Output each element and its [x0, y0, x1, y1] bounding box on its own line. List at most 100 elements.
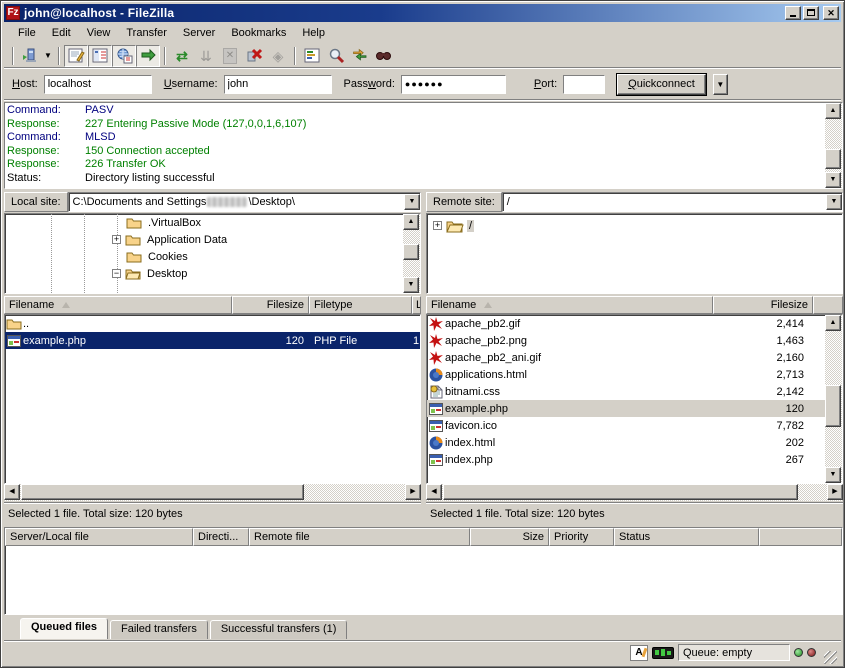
scroll-left-arrow[interactable]: ◀: [426, 484, 442, 500]
tree-item-desktop[interactable]: − Desktop: [5, 265, 420, 282]
column-priority[interactable]: Priority: [549, 528, 614, 546]
toggle-local-tree-button[interactable]: [88, 45, 112, 67]
collapse-minus-icon[interactable]: −: [112, 269, 121, 278]
search-button[interactable]: [372, 45, 396, 67]
synchronized-browsing-button[interactable]: [348, 45, 372, 67]
search-icon: [375, 48, 393, 64]
menu-file[interactable]: File: [10, 25, 44, 41]
file-row[interactable]: apache_pb2.png 1,463: [427, 332, 825, 349]
scroll-thumb[interactable]: [443, 484, 798, 500]
column-status[interactable]: Status: [614, 528, 759, 546]
tab-failed-transfers[interactable]: Failed transfers: [110, 620, 208, 639]
combo-dropdown[interactable]: ▼: [826, 194, 842, 210]
column-filename[interactable]: Filename: [426, 296, 713, 314]
minimize-button[interactable]: [785, 6, 801, 20]
file-row[interactable]: apache_pb2_ani.gif 2,160: [427, 349, 825, 366]
scroll-up-arrow[interactable]: ▲: [825, 315, 841, 331]
remote-site-combo[interactable]: / ▼: [502, 192, 843, 212]
scroll-thumb[interactable]: [21, 484, 304, 500]
remote-list-hscrollbar[interactable]: ◀ ▶: [426, 484, 843, 501]
local-file-list[interactable]: .. example.php 120 PHP File 1: [4, 314, 421, 484]
resize-grip[interactable]: [824, 651, 837, 664]
quickconnect-dropdown[interactable]: ▼: [713, 74, 728, 95]
transfer-queue[interactable]: Server/Local file Directi... Remote file…: [4, 527, 843, 615]
toggle-remote-tree-button[interactable]: [112, 45, 136, 67]
scroll-down-arrow[interactable]: ▼: [825, 172, 841, 188]
site-manager-button[interactable]: [18, 45, 42, 67]
toggle-message-log-button[interactable]: [64, 45, 88, 67]
tab-queued-files[interactable]: Queued files: [20, 618, 108, 639]
username-input[interactable]: [224, 75, 332, 94]
file-row-example-php[interactable]: example.php 120 PHP File 1: [5, 332, 420, 349]
speed-limit-indicator-icon[interactable]: [652, 647, 674, 659]
scroll-right-arrow[interactable]: ▶: [827, 484, 843, 500]
menu-server[interactable]: Server: [175, 25, 223, 41]
file-row[interactable]: index.html 202: [427, 434, 825, 451]
menu-bookmarks[interactable]: Bookmarks: [223, 25, 294, 41]
remote-file-list[interactable]: apache_pb2.gif 2,414 apache_pb2.png 1,46…: [426, 314, 843, 484]
pane-splitter[interactable]: [421, 192, 426, 523]
scroll-thumb[interactable]: [825, 385, 841, 427]
cancel-operation-button[interactable]: ✕: [218, 45, 242, 67]
tree-item-root[interactable]: + /: [427, 217, 842, 234]
local-list-hscrollbar[interactable]: ◀ ▶: [4, 484, 421, 501]
scroll-up-arrow[interactable]: ▲: [825, 103, 841, 119]
menu-help[interactable]: Help: [294, 25, 333, 41]
column-filename[interactable]: Filename: [4, 296, 232, 314]
menu-view[interactable]: View: [79, 25, 119, 41]
column-server-local-file[interactable]: Server/Local file: [5, 528, 193, 546]
tree-item-application-data[interactable]: + Application Data: [5, 231, 420, 248]
scroll-left-arrow[interactable]: ◀: [4, 484, 20, 500]
column-last-modified[interactable]: L: [412, 296, 421, 314]
local-directory-tree[interactable]: .VirtualBox + Application Data Cookies −…: [4, 213, 421, 294]
file-row[interactable]: apache_pb2.gif 2,414: [427, 315, 825, 332]
file-row[interactable]: favicon.ico 7,782: [427, 417, 825, 434]
toggle-transfer-queue-button[interactable]: [136, 45, 160, 67]
file-row[interactable]: applications.html 2,713: [427, 366, 825, 383]
file-row[interactable]: bitnami.css 2,142: [427, 383, 825, 400]
file-row-example-php[interactable]: example.php 120: [427, 400, 825, 417]
file-row-parent-dir[interactable]: ..: [5, 315, 420, 332]
local-site-combo[interactable]: C:\Documents and Settings\Desktop\ ▼: [68, 192, 421, 212]
scroll-down-arrow[interactable]: ▼: [825, 467, 841, 483]
remote-list-scrollbar[interactable]: ▲ ▼: [825, 315, 842, 483]
port-input[interactable]: [563, 75, 605, 94]
tree-item-cookies[interactable]: Cookies: [5, 248, 420, 265]
log-scrollbar[interactable]: ▲ ▼: [825, 103, 842, 188]
scroll-down-arrow[interactable]: ▼: [403, 277, 419, 293]
column-direction[interactable]: Directi...: [193, 528, 249, 546]
column-size[interactable]: Size: [470, 528, 549, 546]
process-queue-button[interactable]: ⇊: [194, 45, 218, 67]
column-filesize[interactable]: Filesize: [713, 296, 813, 314]
close-button[interactable]: ✕: [823, 6, 839, 20]
host-input[interactable]: [44, 75, 152, 94]
scroll-thumb[interactable]: [403, 244, 419, 260]
expand-plus-icon[interactable]: +: [112, 235, 121, 244]
expand-plus-icon[interactable]: +: [433, 221, 442, 230]
menu-edit[interactable]: Edit: [44, 25, 79, 41]
scroll-up-arrow[interactable]: ▲: [403, 214, 419, 230]
column-filesize[interactable]: Filesize: [232, 296, 309, 314]
local-tree-scrollbar[interactable]: ▲ ▼: [403, 214, 420, 293]
file-row[interactable]: index.php 267: [427, 451, 825, 468]
quickconnect-button[interactable]: Quickconnect: [617, 74, 706, 95]
reconnect-button[interactable]: ◈: [266, 45, 290, 67]
transfer-type-indicator-icon[interactable]: A: [630, 645, 648, 661]
combo-dropdown[interactable]: ▼: [404, 194, 420, 210]
title-bar[interactable]: Fz john@localhost - FileZilla ✕: [4, 4, 841, 22]
filter-button[interactable]: [300, 45, 324, 67]
disconnect-button[interactable]: [242, 45, 266, 67]
password-input[interactable]: [401, 75, 506, 94]
tab-successful-transfers[interactable]: Successful transfers (1): [210, 620, 348, 639]
remote-directory-tree[interactable]: + /: [426, 213, 843, 294]
scroll-thumb[interactable]: [825, 149, 841, 169]
scroll-right-arrow[interactable]: ▶: [405, 484, 421, 500]
column-remote-file[interactable]: Remote file: [249, 528, 470, 546]
menu-transfer[interactable]: Transfer: [118, 25, 175, 41]
column-filetype[interactable]: Filetype: [309, 296, 412, 314]
maximize-button[interactable]: [803, 6, 819, 20]
tree-item-virtualbox[interactable]: .VirtualBox: [5, 214, 420, 231]
refresh-button[interactable]: ⇄: [170, 45, 194, 67]
directory-comparison-button[interactable]: [324, 45, 348, 67]
site-manager-dropdown[interactable]: ▼: [42, 45, 54, 67]
